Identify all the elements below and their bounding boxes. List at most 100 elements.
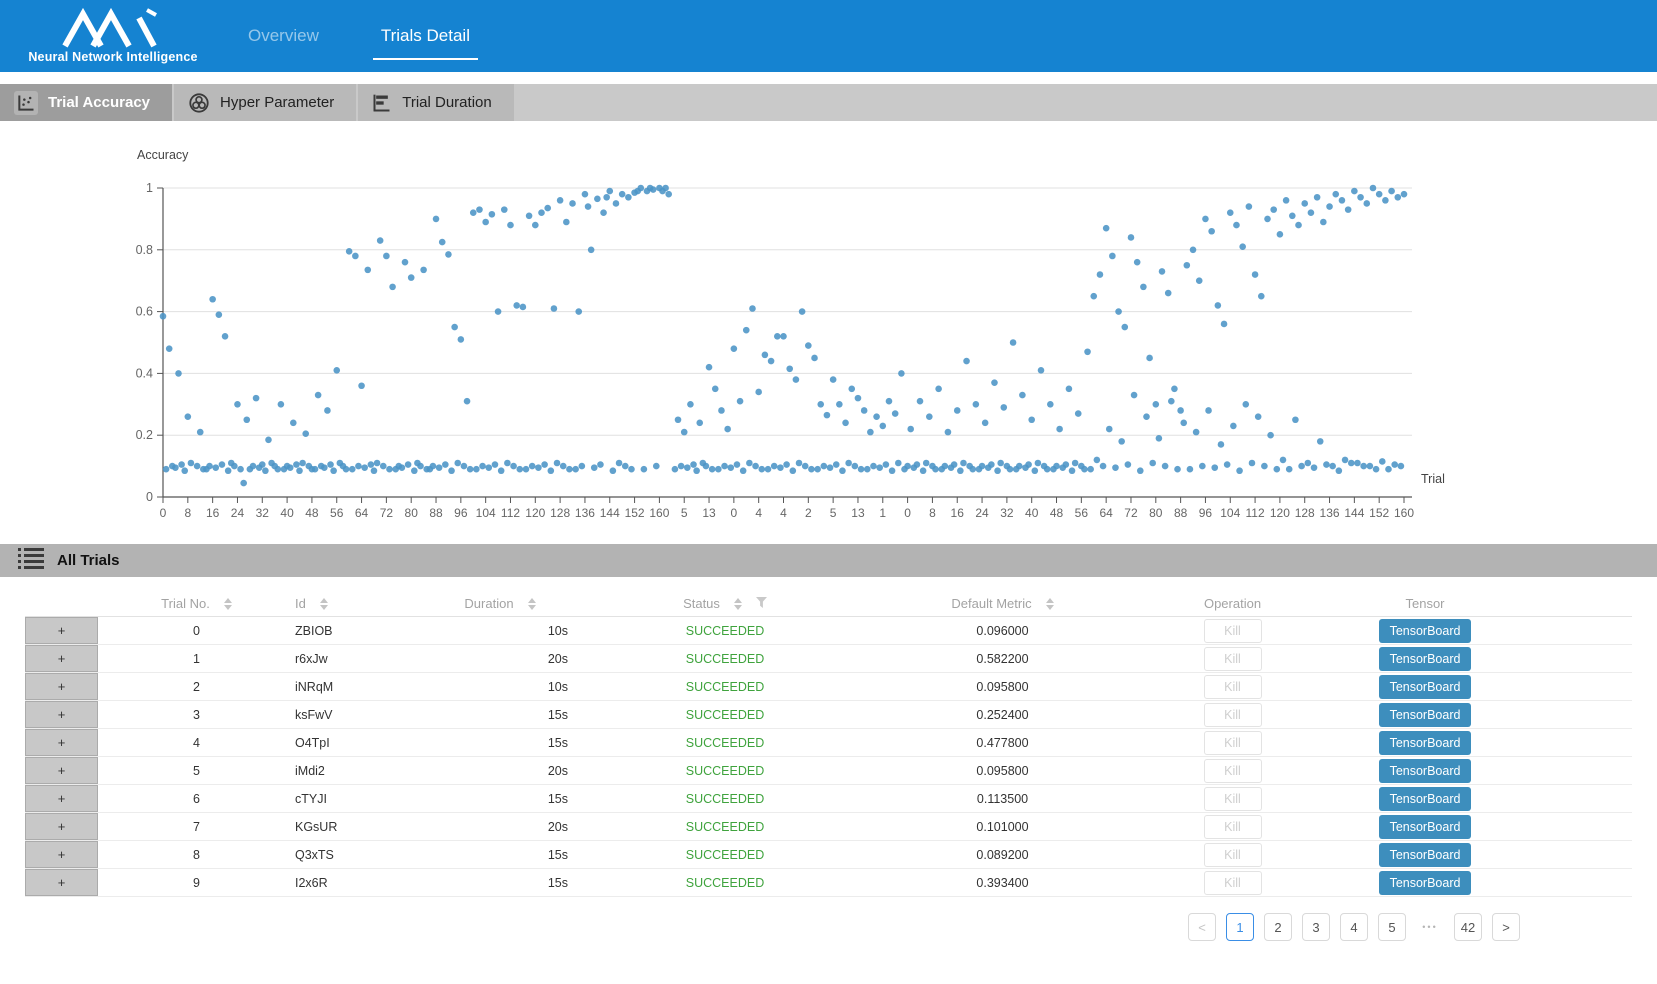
pagination-page-button-3[interactable]: 3 [1302,913,1330,941]
nav-overview[interactable]: Overview [246,20,321,52]
pagination-page-button-42[interactable]: 42 [1454,913,1482,941]
tab-trial-duration[interactable]: Trial Duration [358,84,513,121]
trial-no-cell: 7 [98,820,295,834]
scatter-point [637,185,644,192]
duration-cell: 15s [420,736,580,750]
tensorboard-button[interactable]: TensorBoard [1379,759,1471,783]
scatter-point [675,416,682,423]
scatter-point [600,209,607,216]
scatter-point [501,206,508,213]
kill-button[interactable]: Kill [1204,843,1262,867]
scatter-point [1329,463,1336,470]
tensorboard-button[interactable]: TensorBoard [1379,703,1471,727]
scatter-point [737,398,744,405]
status-cell: SUCCEEDED [580,680,870,694]
pagination-next-button[interactable]: > [1492,913,1520,941]
duration-cell: 10s [420,624,580,638]
default-metric-cell: 0.113500 [870,792,1135,806]
row-expander-button[interactable]: + [25,785,98,812]
default-metric-cell: 0.095800 [870,764,1135,778]
scatter-point [917,398,924,405]
row-expander-button[interactable]: + [25,841,98,868]
scatter-point [603,194,610,201]
scatter-point [1301,200,1308,207]
kill-button[interactable]: Kill [1204,815,1262,839]
tensorboard-button[interactable]: TensorBoard [1379,647,1471,671]
trial-no-cell: 4 [98,736,295,750]
row-expander-button[interactable]: + [25,701,98,728]
scatter-point [997,460,1004,467]
scatter-point [886,398,893,405]
kill-button[interactable]: Kill [1204,871,1262,895]
pagination-page-button-4[interactable]: 4 [1340,913,1368,941]
kill-button[interactable]: Kill [1204,759,1262,783]
scatter-point [346,248,353,255]
list-icon [18,547,44,574]
default-metric-cell: 0.089200 [870,848,1135,862]
row-expander-button[interactable]: + [25,673,98,700]
scatter-point [572,466,579,473]
sort-toggle-default-metric[interactable] [1046,598,1054,610]
pagination-prev-button[interactable]: < [1188,913,1216,941]
tensorboard-button[interactable]: TensorBoard [1379,787,1471,811]
row-expander-button[interactable]: + [25,813,98,840]
kill-button[interactable]: Kill [1204,647,1262,671]
svg-text:88: 88 [1174,506,1188,520]
row-expander-button[interactable]: + [25,757,98,784]
tensorboard-button[interactable]: TensorBoard [1379,843,1471,867]
kill-button[interactable]: Kill [1204,619,1262,643]
scatter-point [1028,416,1035,423]
row-expander-button[interactable]: + [25,645,98,672]
tab-hyper-parameter[interactable]: Hyper Parameter [174,84,356,121]
tab-trial-accuracy[interactable]: Trial Accuracy [0,84,172,121]
pagination-page-button-5[interactable]: 5 [1378,913,1406,941]
tensorboard-button[interactable]: TensorBoard [1379,619,1471,643]
scatter-point [1314,194,1321,201]
scatter-point [1162,463,1169,470]
scatter-point [709,466,716,473]
tab-label: Trial Accuracy [48,94,150,111]
pagination-page-button-2[interactable]: 2 [1264,913,1292,941]
table-row: + 6 cTYJI 15s SUCCEEDED 0.113500 Kill Te… [25,785,1632,813]
sort-toggle-id[interactable] [320,598,328,610]
sort-toggle-trial-no[interactable] [224,598,232,610]
filter-icon[interactable] [756,596,767,611]
scatter-point [1208,228,1215,235]
nav-trials-detail[interactable]: Trials Detail [379,20,472,52]
scatter-point [1230,423,1237,430]
tensorboard-button[interactable]: TensorBoard [1379,675,1471,699]
kill-button[interactable]: Kill [1204,731,1262,755]
scatter-point [855,395,862,402]
svg-text:152: 152 [625,506,645,520]
scatter-point [848,386,855,393]
default-metric-cell: 0.582200 [870,652,1135,666]
svg-text:2: 2 [805,506,812,520]
tensorboard-button[interactable]: TensorBoard [1379,731,1471,755]
row-expander-button[interactable]: + [25,729,98,756]
scatter-point [588,247,595,254]
row-expander-button[interactable]: + [25,617,98,644]
scatter-point [1385,466,1392,473]
scatter-point [625,194,632,201]
svg-text:48: 48 [1050,506,1064,520]
sort-toggle-status[interactable] [734,598,742,610]
pagination-page-button-1[interactable]: 1 [1226,913,1254,941]
kill-button[interactable]: Kill [1204,675,1262,699]
row-expander-button[interactable]: + [25,869,98,896]
tensorboard-button[interactable]: TensorBoard [1379,815,1471,839]
scatter-point [1063,461,1070,468]
trial-id-cell: KGsUR [295,820,420,834]
kill-button[interactable]: Kill [1204,787,1262,811]
scatter-point [185,413,192,420]
tensorboard-button[interactable]: TensorBoard [1379,871,1471,895]
scatter-point [1140,284,1147,291]
scatter-point [538,209,545,216]
sort-toggle-duration[interactable] [528,598,536,610]
scatter-point [845,460,852,467]
scatter-point [662,185,669,192]
scatter-point [405,461,412,468]
scatter-point [1289,213,1296,220]
col-id: Id [295,596,420,611]
scatter-point [1019,392,1026,399]
kill-button[interactable]: Kill [1204,703,1262,727]
